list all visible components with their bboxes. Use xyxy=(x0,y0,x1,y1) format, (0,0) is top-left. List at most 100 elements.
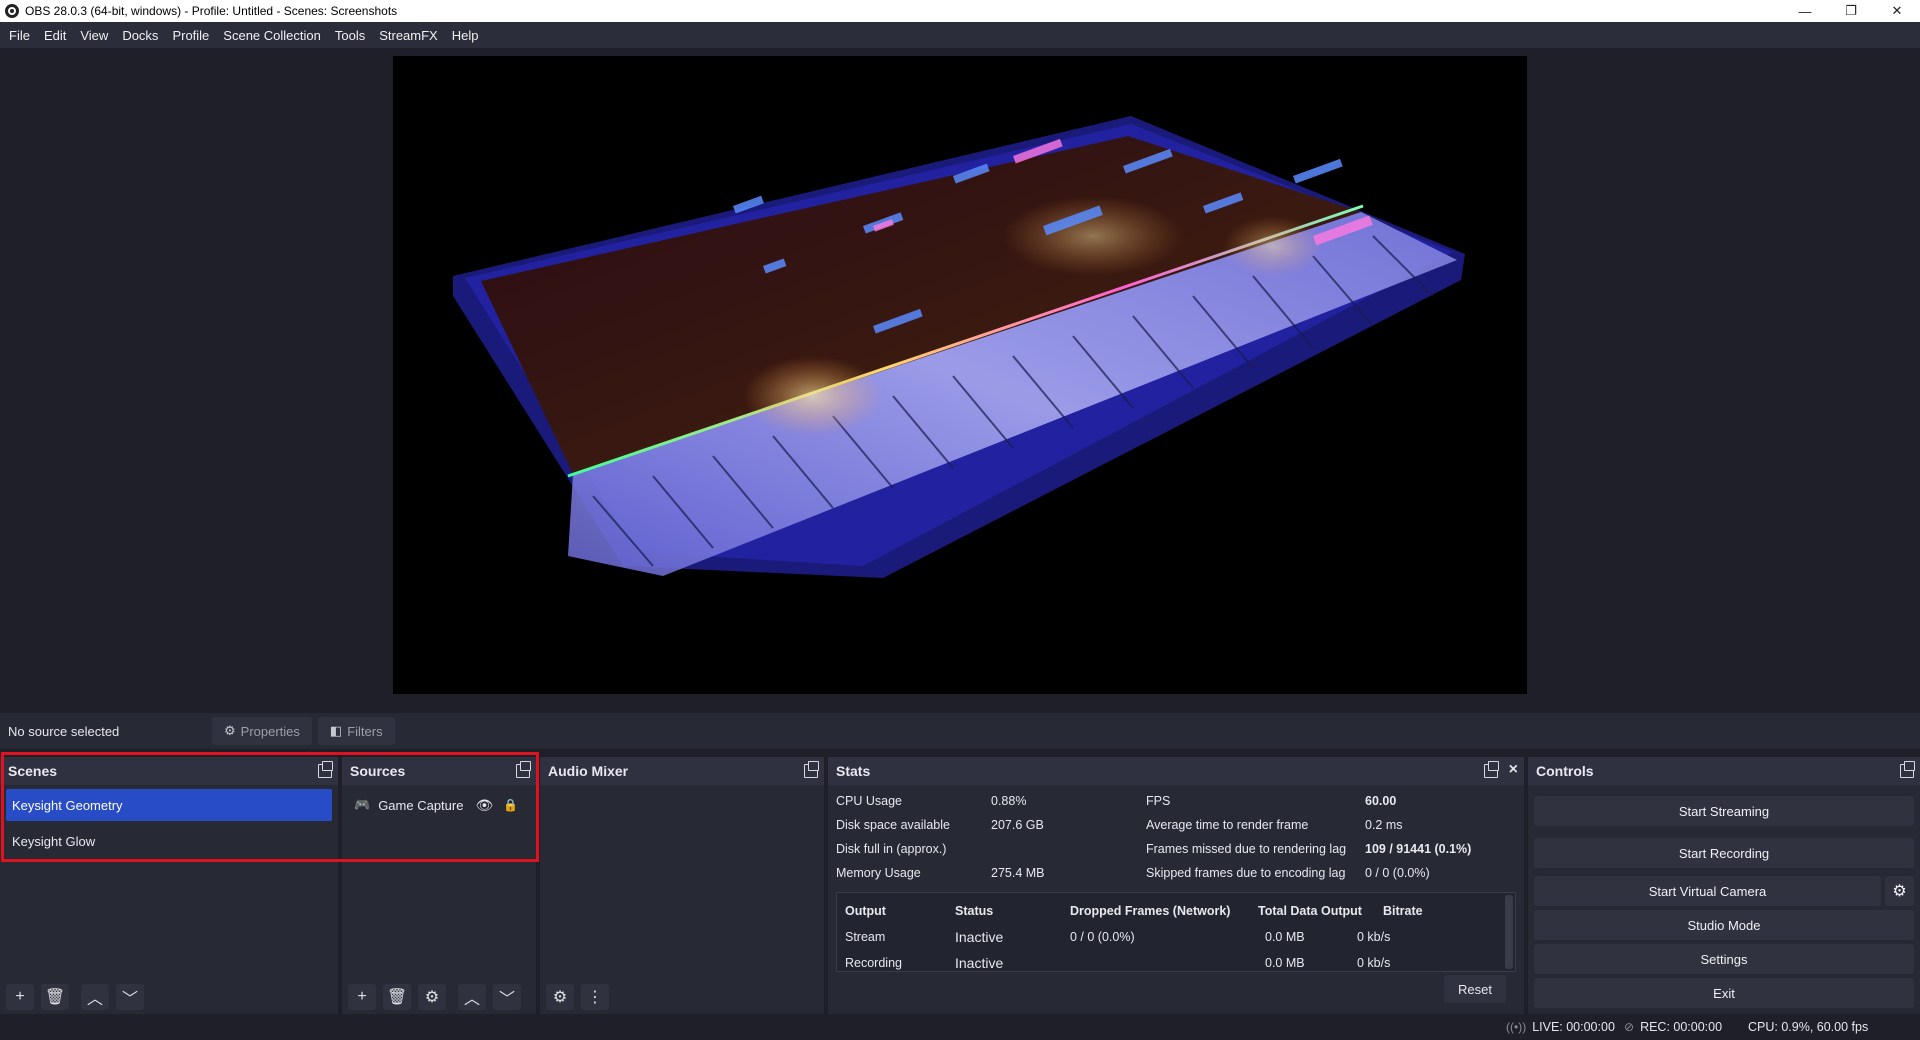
move-scene-down-button[interactable]: ﹀ xyxy=(116,984,144,1010)
plus-icon: + xyxy=(357,988,367,1005)
start-streaming-button[interactable]: Start Streaming xyxy=(1534,796,1914,826)
start-virtual-camera-button[interactable]: Start Virtual Camera xyxy=(1534,876,1881,906)
audio-mixer-title: Audio Mixer xyxy=(548,763,629,779)
close-icon[interactable]: × xyxy=(1509,761,1518,779)
exit-button[interactable]: Exit xyxy=(1534,978,1914,1008)
source-name: Game Capture xyxy=(378,797,464,813)
menu-file[interactable]: File xyxy=(2,28,37,43)
lock-icon[interactable]: 🔒 xyxy=(503,798,518,812)
virtual-camera-settings-button[interactable]: ⚙ xyxy=(1885,876,1914,906)
menu-profile[interactable]: Profile xyxy=(165,28,216,43)
scene-item-keysight-geometry[interactable]: Keysight Geometry xyxy=(6,789,332,821)
menu-edit[interactable]: Edit xyxy=(37,28,73,43)
rec-time: REC: 00:00:00 xyxy=(1640,1020,1723,1034)
filters-label: Filters xyxy=(347,723,383,739)
undock-icon[interactable] xyxy=(516,761,531,778)
undock-icon[interactable] xyxy=(804,761,819,778)
stat-label: Disk space available xyxy=(836,818,950,832)
table-cell: Inactive xyxy=(955,955,1004,971)
table-cell: 0 kb/s xyxy=(1357,956,1391,970)
filter-icon: ◧ xyxy=(329,723,343,738)
table-row: Recording Inactive 0.0 MB 0 kb/s xyxy=(837,953,1497,971)
undock-icon[interactable] xyxy=(1484,761,1499,778)
menu-tools[interactable]: Tools xyxy=(328,28,372,43)
move-source-up-button[interactable]: ︿ xyxy=(458,984,486,1010)
sources-dock: Sources 🎮 Game Capture 👁 🔒 + 🗑 ⚙ ︿ ﹀ xyxy=(342,757,536,1014)
start-recording-button[interactable]: Start Recording xyxy=(1534,838,1914,868)
stats-dock: Stats × CPU Usage 0.88% Disk space avail… xyxy=(828,757,1524,1014)
advanced-audio-properties-button[interactable]: ⚙ xyxy=(546,984,574,1010)
table-cell: 0.0 MB xyxy=(1265,930,1305,944)
move-source-down-button[interactable]: ﹀ xyxy=(493,984,521,1010)
controls-title: Controls xyxy=(1536,763,1594,779)
move-scene-up-button[interactable]: ︿ xyxy=(81,984,109,1010)
stats-title: Stats xyxy=(836,763,871,779)
scene-item-keysight-glow[interactable]: Keysight Glow xyxy=(6,825,332,857)
stat-value: 109 / 91441 (0.1%) xyxy=(1365,842,1472,856)
source-properties-button[interactable]: ⚙ xyxy=(418,984,446,1010)
minimize-button[interactable]: — xyxy=(1782,0,1828,22)
sources-header: Sources xyxy=(342,757,536,785)
stat-value: 207.6 GB xyxy=(991,818,1044,832)
stat-value: 0.88% xyxy=(991,794,1027,808)
preview-canvas[interactable] xyxy=(393,56,1527,694)
column-header: Output xyxy=(845,904,886,918)
stat-value: 0.2 ms xyxy=(1365,818,1403,832)
menu-view[interactable]: View xyxy=(73,28,115,43)
menu-help[interactable]: Help xyxy=(445,28,486,43)
column-header: Bitrate xyxy=(1383,904,1423,918)
stat-label: Average time to render frame xyxy=(1146,818,1309,832)
properties-label: Properties xyxy=(240,723,300,739)
controls-dock: Controls Start Streaming Start Recording… xyxy=(1528,757,1920,1014)
scenes-title: Scenes xyxy=(8,763,58,779)
window-title: OBS 28.0.3 (64-bit, windows) - Profile: … xyxy=(25,4,398,18)
table-cell: Recording xyxy=(845,956,902,970)
live-time: LIVE: 00:00:00 xyxy=(1532,1020,1615,1034)
scenes-header: Scenes xyxy=(0,757,338,785)
stat-label: Frames missed due to rendering lag xyxy=(1146,842,1347,856)
stat-value: 275.4 MB xyxy=(991,866,1045,880)
output-stats-table: Output Status Dropped Frames (Network) T… xyxy=(836,892,1516,972)
menu-scene-collection[interactable]: Scene Collection xyxy=(216,28,328,43)
remove-source-button[interactable]: 🗑 xyxy=(383,984,411,1010)
broadcast-icon: ((•)) xyxy=(1506,1020,1527,1034)
add-source-button[interactable]: + xyxy=(348,984,376,1010)
table-scrollbar[interactable] xyxy=(1505,895,1513,969)
stats-grid: CPU Usage 0.88% Disk space available 207… xyxy=(828,785,1524,890)
sources-title: Sources xyxy=(350,763,406,779)
stat-value: 60.00 xyxy=(1365,794,1397,808)
add-scene-button[interactable]: + xyxy=(6,984,34,1010)
audio-mixer-dock: Audio Mixer ⚙ ⋮ xyxy=(540,757,824,1014)
audio-mixer-header: Audio Mixer xyxy=(540,757,824,785)
filters-button[interactable]: ◧ Filters xyxy=(317,717,395,745)
studio-mode-button[interactable]: Studio Mode xyxy=(1534,910,1914,940)
stat-label: FPS xyxy=(1146,794,1171,808)
stat-value: 0 / 0 (0.0%) xyxy=(1365,866,1430,880)
close-button[interactable]: ✕ xyxy=(1874,0,1920,22)
chevron-down-icon: ﹀ xyxy=(121,991,138,1008)
table-header-row: Output Status Dropped Frames (Network) T… xyxy=(837,901,1497,923)
properties-button[interactable]: ⚙ Properties xyxy=(212,717,312,745)
undock-icon[interactable] xyxy=(1900,761,1915,778)
maximize-button[interactable]: ❐ xyxy=(1828,0,1874,22)
menu-streamfx[interactable]: StreamFX xyxy=(372,28,445,43)
undock-icon[interactable] xyxy=(318,761,333,778)
trash-icon: 🗑 xyxy=(44,989,66,1006)
source-item-game-capture[interactable]: 🎮 Game Capture 👁 🔒 xyxy=(348,789,530,821)
reset-stats-button[interactable]: Reset xyxy=(1444,975,1506,1003)
preview-area xyxy=(0,48,1920,713)
window-controls: — ❐ ✕ xyxy=(1782,0,1920,22)
status-bar: ((•)) LIVE: 00:00:00 ⊘ REC: 00:00:00 CPU… xyxy=(0,1014,1920,1040)
audio-mixer-menu-button[interactable]: ⋮ xyxy=(581,984,609,1010)
chevron-up-icon: ︿ xyxy=(463,991,480,1008)
table-cell: Stream xyxy=(845,930,886,944)
remove-scene-button[interactable]: 🗑 xyxy=(41,984,69,1010)
gears-icon: ⚙ xyxy=(552,989,568,1006)
no-source-label: No source selected xyxy=(8,723,120,739)
table-cell: Inactive xyxy=(955,929,1004,945)
eye-icon[interactable]: 👁 xyxy=(475,797,493,814)
menu-docks[interactable]: Docks xyxy=(115,28,165,43)
live-status: ((•)) LIVE: 00:00:00 xyxy=(1506,1020,1615,1034)
record-disabled-icon: ⊘ xyxy=(1624,1020,1635,1034)
settings-button[interactable]: Settings xyxy=(1534,944,1914,974)
